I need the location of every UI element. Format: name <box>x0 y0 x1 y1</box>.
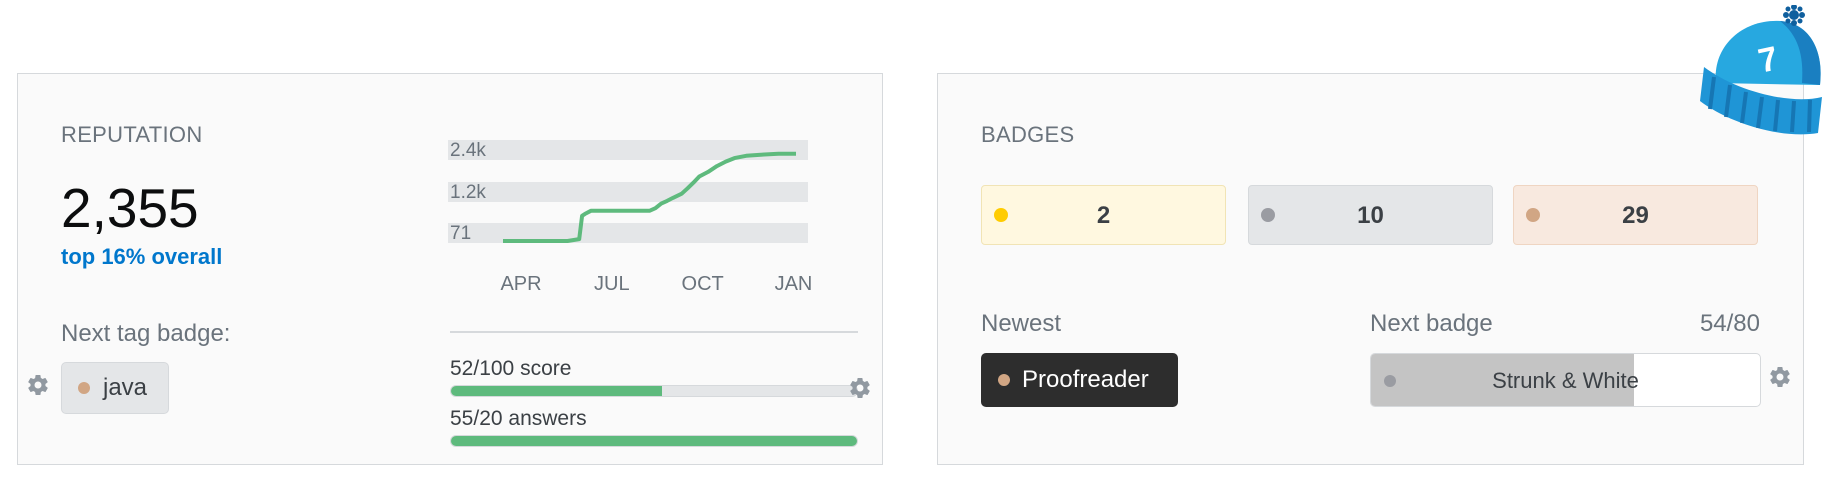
chart-y-tick-label: 2.4k <box>450 140 486 161</box>
gold-count: 2 <box>1096 202 1111 229</box>
gear-icon[interactable] <box>848 376 872 400</box>
answers-progress-fill <box>451 436 857 446</box>
next-badge-label: Next badge <box>1370 310 1493 337</box>
next-badge-name: Strunk & White <box>1492 368 1639 393</box>
bronze-count: 29 <box>1622 202 1649 229</box>
answers-progress-label: 55/20 answers <box>450 407 587 430</box>
answers-progress-bar <box>450 435 858 447</box>
reputation-card: REPUTATION 2,355 top 16% overall 2.4k 1.2… <box>17 73 883 465</box>
next-badge-progress-bar[interactable]: Strunk & White <box>1370 353 1761 407</box>
gear-icon[interactable] <box>26 373 50 397</box>
badges-card: BADGES 2 10 29 Newest Proofreader Next b… <box>937 73 1804 465</box>
chart-x-tick-label: JUL <box>594 273 630 295</box>
bronze-dot-icon <box>78 382 90 394</box>
silver-badges-count[interactable]: 10 <box>1248 185 1493 245</box>
next-badge-progress-text: 54/80 <box>1699 310 1760 337</box>
chart-y-tick-label: 71 <box>450 223 471 244</box>
winter-hat-icon[interactable]: 7 <box>1694 5 1829 140</box>
bronze-badges-count[interactable]: 29 <box>1513 185 1758 245</box>
chart-y-tick-label: 1.2k <box>450 182 486 203</box>
reputation-value: 2,355 <box>61 177 199 239</box>
gear-icon[interactable] <box>1768 365 1792 389</box>
next-tag-chip[interactable]: java <box>61 362 169 414</box>
tag-name: java <box>103 374 148 401</box>
reputation-chart: 2.4k 1.2k 71 APR JUL OCT JAN <box>448 140 813 295</box>
reputation-rank-link[interactable]: top 16% overall <box>61 244 222 270</box>
newest-badge-chip[interactable]: Proofreader <box>981 353 1178 407</box>
score-progress-bar <box>450 385 858 397</box>
bronze-dot-icon <box>998 374 1010 386</box>
score-progress-fill <box>451 386 663 396</box>
divider <box>450 331 858 333</box>
chart-x-tick-label: OCT <box>682 273 724 295</box>
chart-x-tick-label: JAN <box>775 273 813 295</box>
reputation-heading: REPUTATION <box>61 122 203 147</box>
score-progress-label: 52/100 score <box>450 357 572 380</box>
newest-badge-name: Proofreader <box>1022 366 1149 393</box>
newest-badge-label: Newest <box>981 310 1062 337</box>
chart-band <box>448 182 808 202</box>
badges-heading: BADGES <box>981 122 1075 147</box>
silver-count: 10 <box>1357 202 1384 229</box>
chart-band <box>448 223 808 243</box>
next-tag-badge-label: Next tag badge: <box>61 320 231 347</box>
gold-badges-count[interactable]: 2 <box>981 185 1226 245</box>
chart-x-tick-label: APR <box>500 273 541 295</box>
